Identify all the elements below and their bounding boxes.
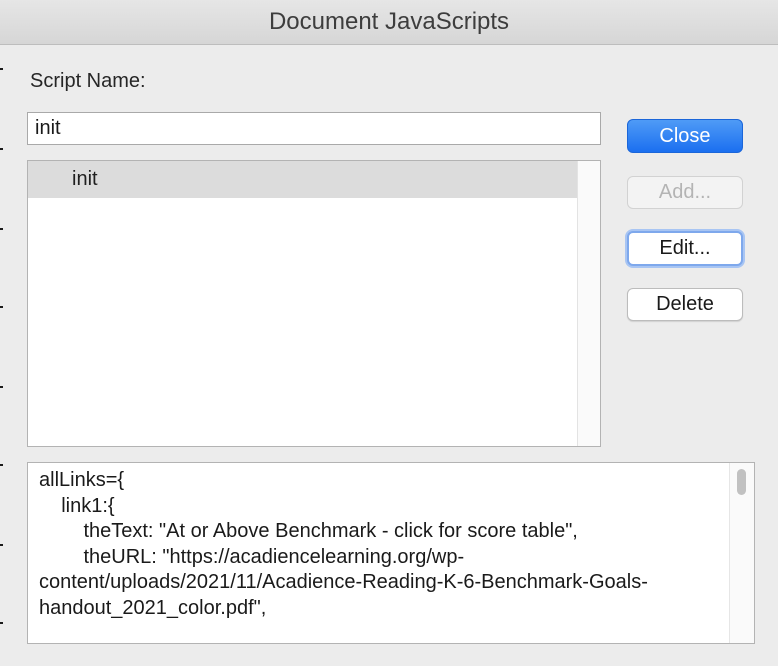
edge-tick bbox=[0, 228, 3, 230]
window-title: Document JavaScripts bbox=[0, 0, 778, 45]
scripts-list[interactable]: init bbox=[27, 160, 601, 447]
edge-tick bbox=[0, 622, 3, 624]
edge-tick bbox=[0, 148, 3, 150]
edge-tick bbox=[0, 464, 3, 466]
add-button[interactable]: Add... bbox=[627, 176, 743, 209]
list-scrollbar[interactable] bbox=[577, 161, 600, 446]
edge-tick bbox=[0, 68, 3, 70]
list-item-label: init bbox=[72, 168, 98, 190]
script-name-input[interactable] bbox=[27, 112, 601, 145]
source-scroll-thumb[interactable] bbox=[737, 469, 746, 495]
document-javascripts-dialog: Document JavaScripts Script Name: init C… bbox=[0, 0, 778, 666]
edge-tick bbox=[0, 386, 3, 388]
delete-button[interactable]: Delete bbox=[627, 288, 743, 321]
script-source-text: allLinks={ link1:{ theText: "At or Above… bbox=[39, 469, 648, 619]
edge-tick bbox=[0, 306, 3, 308]
edge-tick bbox=[0, 544, 3, 546]
script-name-label: Script Name: bbox=[30, 70, 146, 92]
list-item[interactable]: init bbox=[28, 161, 579, 198]
edit-button[interactable]: Edit... bbox=[627, 231, 743, 266]
source-scrollbar[interactable] bbox=[729, 463, 754, 643]
close-button[interactable]: Close bbox=[627, 119, 743, 153]
script-source-textarea[interactable]: allLinks={ link1:{ theText: "At or Above… bbox=[27, 462, 755, 644]
